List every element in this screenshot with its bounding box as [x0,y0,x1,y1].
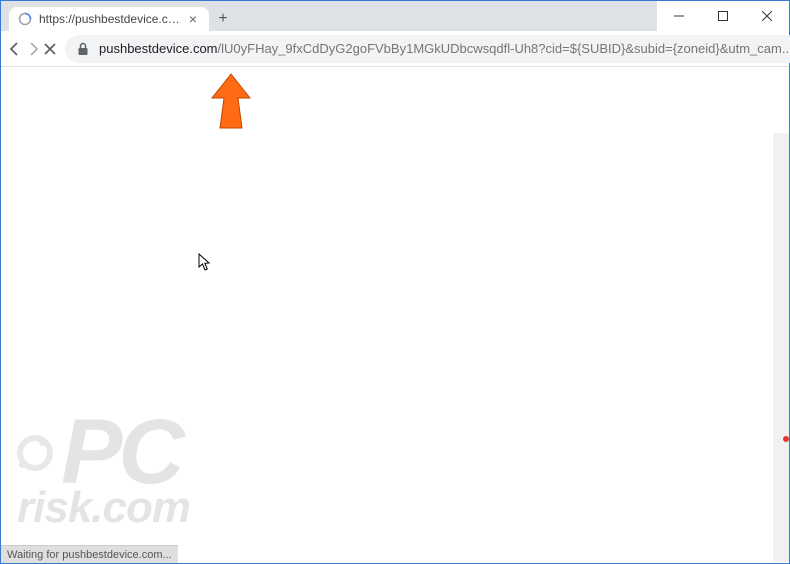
omnibox[interactable]: pushbestdevice.com/lU0yFHay_9fxCdDyG2goF… [65,35,790,63]
url-path: /lU0yFHay_9fxCdDyG2goFVbBy1MGkUDbcwsqdfl… [218,41,790,56]
new-tab-button[interactable]: + [209,7,237,31]
watermark-subtext: risk.com [17,483,190,533]
watermark-big-text: P C [17,400,190,505]
forward-button[interactable] [25,35,41,63]
tabs-area: https://pushbestdevice.com/lU0y × + [1,1,657,31]
tab-close-button[interactable]: × [185,11,201,27]
scroll-indicator-dot-icon [783,436,789,442]
scrollbar-track[interactable] [773,133,789,562]
back-button[interactable] [7,35,23,63]
url-text: pushbestdevice.com/lU0yFHay_9fxCdDyG2goF… [99,41,790,56]
watermark-orbit-icon [17,435,53,471]
window-close-button[interactable] [745,1,789,31]
page-content: P C risk.com Waiting for pushbestdevice.… [1,67,789,563]
window-minimize-button[interactable] [657,1,701,31]
status-bar: Waiting for pushbestdevice.com... [1,545,178,563]
watermark-letter-p: P [61,400,118,505]
browser-window: https://pushbestdevice.com/lU0y × + [0,0,790,564]
annotation-arrow-icon [206,72,256,132]
watermark-letter-c: C [118,400,180,505]
window-maximize-button[interactable] [701,1,745,31]
browser-tab[interactable]: https://pushbestdevice.com/lU0y × [9,7,209,31]
status-text: Waiting for pushbestdevice.com... [7,549,172,561]
watermark-logo: P C risk.com [17,400,190,533]
lock-icon [75,41,91,57]
tab-title: https://pushbestdevice.com/lU0y [39,12,185,26]
loading-spinner-icon [17,11,33,27]
url-domain: pushbestdevice.com [99,41,218,56]
mouse-cursor-icon [198,253,212,271]
window-controls [657,1,789,31]
address-bar: pushbestdevice.com/lU0yFHay_9fxCdDyG2goF… [1,31,789,67]
titlebar: https://pushbestdevice.com/lU0y × + [1,1,789,31]
stop-reload-button[interactable] [43,35,57,63]
